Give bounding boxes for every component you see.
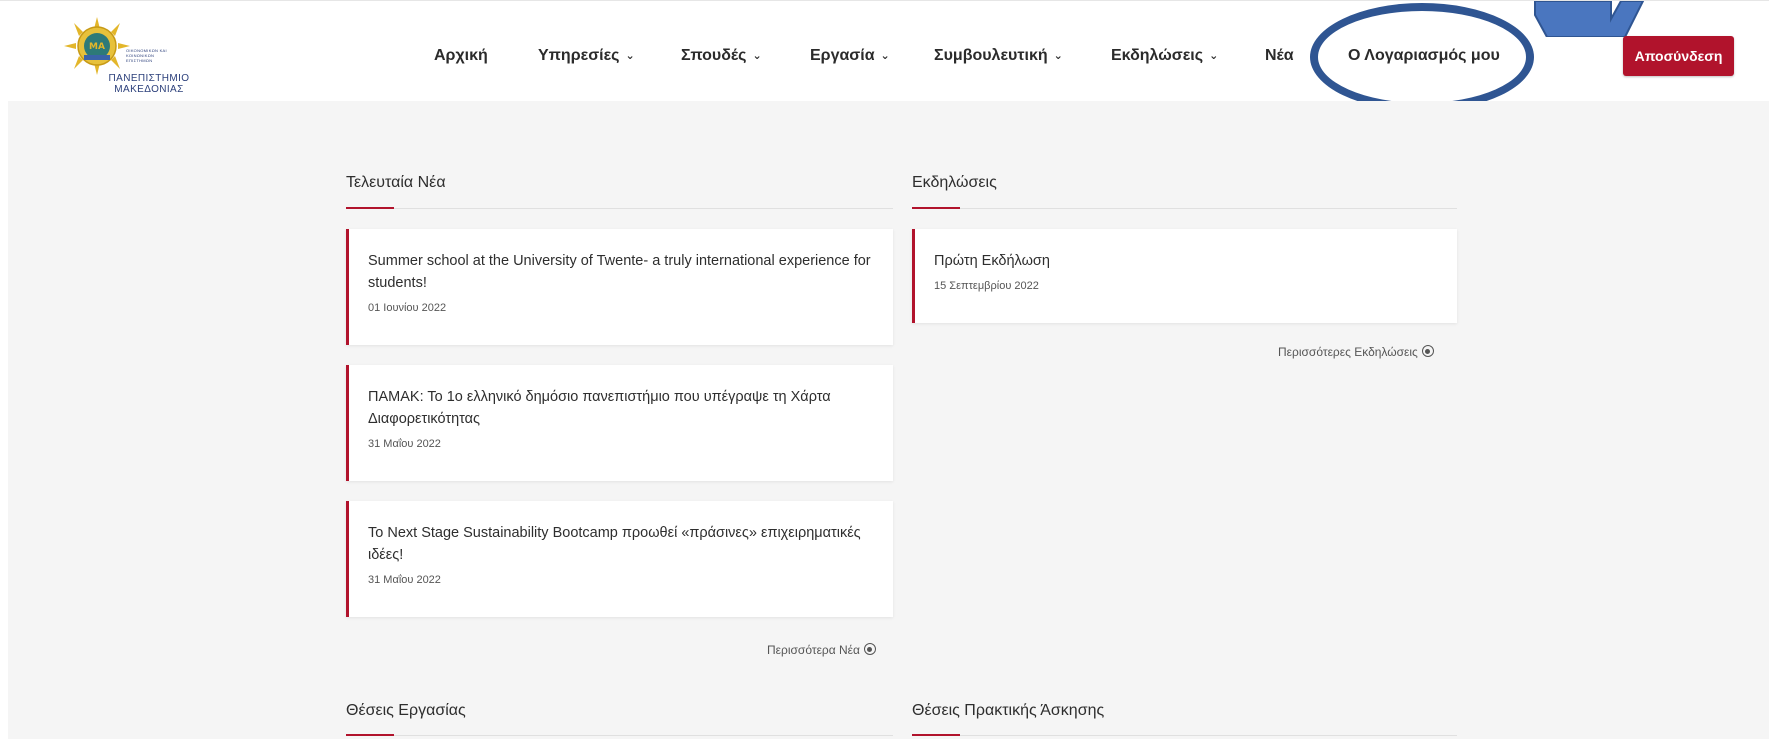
- circle-arrow-icon: [1421, 345, 1434, 357]
- news-card-title: ΠΑΜΑΚ: Το 1ο ελληνικό δημόσιο πανεπιστήμ…: [368, 389, 831, 427]
- circle-arrow-icon: [863, 643, 876, 655]
- news-card-title: Το Next Stage Sustainability Bootcamp πρ…: [368, 525, 861, 563]
- nav-item-label: Αρχική: [434, 47, 488, 64]
- nav-item-studies[interactable]: Σπουδές ⌄: [681, 45, 762, 68]
- section-accent: [912, 207, 960, 209]
- news-card-date: 31 Μαΐου 2022: [368, 574, 441, 586]
- divider: [912, 735, 1457, 736]
- annotation-arrow-icon: [1534, 1, 1645, 37]
- logo-subtitle: ΟΙΚΟΝΟΜΙΚΩΝ ΚΑΙ ΚΟΙΝΩΝΙΚΩΝ ΕΠΙΣΤΗΜΩΝ: [126, 48, 167, 63]
- nav-item-work[interactable]: Εργασία ⌄: [810, 45, 890, 68]
- site-logo[interactable]: MA ΟΙΚΟΝΟΜΙΚΩΝ ΚΑΙ ΚΟΙΝΩΝΙΚΩΝ ΕΠΙΣΤΗΜΩΝ …: [62, 15, 192, 101]
- events-section-title: Εκδηλώσεις: [912, 174, 997, 191]
- jobs-section-title: Θέσεις Εργασίας: [346, 702, 466, 719]
- university-seal-icon: MA: [64, 17, 130, 75]
- chevron-down-icon: ⌄: [752, 50, 762, 62]
- more-news-label: Περισσότερα Νέα: [767, 643, 860, 657]
- news-card-date: 01 Ιουνίου 2022: [368, 302, 447, 314]
- nav-item-label: Εργασία: [810, 47, 875, 64]
- svg-text:MA: MA: [89, 42, 105, 52]
- news-card[interactable]: Το Next Stage Sustainability Bootcamp πρ…: [346, 501, 893, 617]
- news-card[interactable]: Summer school at the University of Twent…: [346, 229, 893, 345]
- logo-text: ΠΑΝΕΠΙΣΤΗΜΙΟ ΜΑΚΕΔΟΝΙΑΣ: [104, 73, 194, 95]
- nav-item-label: Νέα: [1265, 47, 1294, 64]
- nav-item-services[interactable]: Υπηρεσίες ⌄: [538, 45, 635, 68]
- nav-item-label: Συμβουλευτική: [934, 47, 1048, 64]
- event-card[interactable]: Πρώτη Εκδήλωση 15 Σεπτεμβρίου 2022: [912, 229, 1457, 323]
- chevron-down-icon: ⌄: [1209, 50, 1219, 62]
- nav-item-news[interactable]: Νέα: [1265, 45, 1294, 67]
- internships-section-title: Θέσεις Πρακτικής Άσκησης: [912, 702, 1105, 719]
- annotation-ellipse: [1310, 3, 1534, 111]
- nav-item-label: Εκδηλώσεις: [1111, 47, 1204, 64]
- main-content: Τελευταία Νέα Summer school at the Unive…: [0, 101, 1769, 739]
- news-card-date: 31 Μαΐου 2022: [368, 438, 441, 450]
- news-card-title: Summer school at the University of Twent…: [368, 253, 871, 291]
- event-card-title: Πρώτη Εκδήλωση: [934, 253, 1050, 269]
- nav-item-events[interactable]: Εκδηλώσεις ⌄: [1111, 45, 1218, 68]
- section-accent: [346, 207, 394, 209]
- nav-item-home[interactable]: Αρχική: [434, 45, 488, 67]
- section-accent: [912, 734, 960, 736]
- nav-item-label: Υπηρεσίες: [538, 47, 620, 64]
- logout-button[interactable]: Αποσύνδεση: [1623, 36, 1734, 76]
- divider: [346, 208, 893, 209]
- nav-item-label: Σπουδές: [681, 47, 747, 64]
- chevron-down-icon: ⌄: [625, 50, 635, 62]
- chevron-down-icon: ⌄: [1053, 50, 1063, 62]
- more-news-link[interactable]: Περισσότερα Νέα: [767, 642, 876, 657]
- event-card-date: 15 Σεπτεμβρίου 2022: [934, 280, 1039, 292]
- nav-item-counseling[interactable]: Συμβουλευτική ⌄: [934, 45, 1063, 68]
- more-events-label: Περισσότερες Εκδηλώσεις: [1278, 345, 1418, 359]
- divider: [346, 735, 893, 736]
- divider: [912, 208, 1457, 209]
- more-events-link[interactable]: Περισσότερες Εκδηλώσεις: [1278, 344, 1434, 359]
- logo-text-line1: ΠΑΝΕΠΙΣΤΗΜΙΟ: [108, 73, 190, 84]
- news-section-title: Τελευταία Νέα: [346, 174, 446, 191]
- news-card[interactable]: ΠΑΜΑΚ: Το 1ο ελληνικό δημόσιο πανεπιστήμ…: [346, 365, 893, 481]
- logo-text-line2: ΜΑΚΕΔΟΝΙΑΣ: [114, 84, 184, 95]
- site-header: MA ΟΙΚΟΝΟΜΙΚΩΝ ΚΑΙ ΚΟΙΝΩΝΙΚΩΝ ΕΠΙΣΤΗΜΩΝ …: [0, 0, 1769, 111]
- section-accent: [346, 734, 394, 736]
- chevron-down-icon: ⌄: [880, 50, 890, 62]
